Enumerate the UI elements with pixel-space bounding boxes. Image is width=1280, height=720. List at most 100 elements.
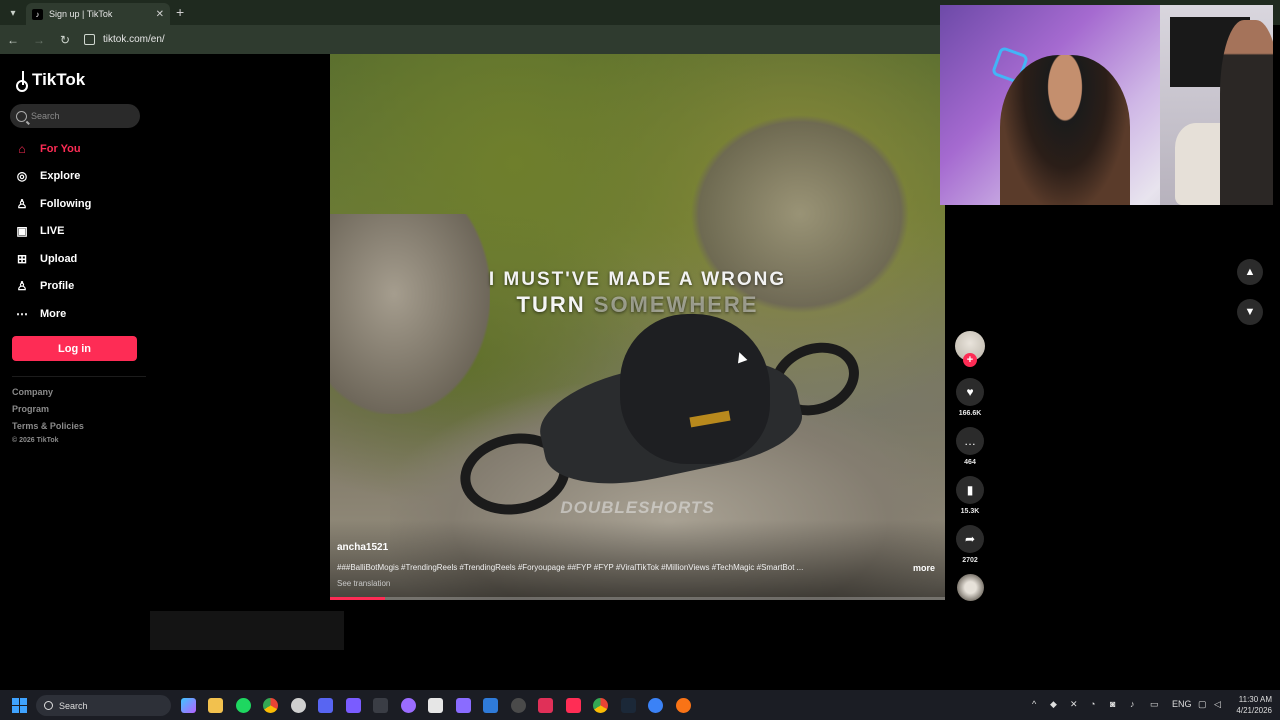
forward-icon[interactable]: →	[32, 33, 46, 47]
chevron-up-icon: ▲	[1244, 266, 1256, 278]
webcam-overlay	[940, 5, 1273, 205]
sidebar: TikTok ⌂ For You ◎ Explore ♙ Following ▣…	[0, 54, 150, 690]
empty-popup	[150, 611, 344, 650]
network-icon[interactable]: ▢	[1198, 699, 1207, 710]
nav-live-label: LIVE	[40, 225, 65, 237]
avatar[interactable]: +	[955, 331, 985, 367]
browser-tab[interactable]: ♪ Sign up | TikTok ✕	[26, 3, 170, 25]
tiktok-logo-icon	[14, 71, 28, 92]
nav-more[interactable]: ⋯ More	[14, 305, 66, 323]
music-disc-icon[interactable]	[957, 574, 984, 601]
nav-explore[interactable]: ◎ Explore	[14, 167, 81, 185]
save-count: 15.3K	[960, 508, 980, 515]
tiktok-logo[interactable]: TikTok	[14, 70, 86, 92]
nav-profile[interactable]: ♙ Profile	[14, 277, 75, 295]
overlay-word-somewhere: SOMEWHERE	[593, 292, 759, 317]
chevron-up-icon[interactable]: ^	[1032, 699, 1036, 709]
tray-app-icon-4[interactable]: ◙	[1110, 699, 1115, 709]
share-action[interactable]: ➦ 2702	[955, 525, 985, 564]
video-progress-fill	[330, 597, 386, 600]
nav-following-label: Following	[40, 198, 92, 210]
search-icon	[16, 110, 27, 122]
like-action[interactable]: ♥ 166.6K	[955, 378, 985, 417]
chrome-active-icon[interactable]	[593, 698, 608, 713]
caption-more-link[interactable]: more	[913, 563, 935, 573]
language-indicator[interactable]: ENG	[1172, 699, 1192, 709]
tab-search-icon[interactable]: ▾	[4, 4, 22, 22]
media-app-icon[interactable]	[538, 698, 553, 713]
chevron-down-icon: ▼	[1244, 306, 1256, 318]
notepad-icon[interactable]	[428, 698, 443, 713]
keyboard-icon[interactable]: ▭	[1150, 699, 1159, 710]
nav-live[interactable]: ▣ LIVE	[14, 222, 64, 240]
chrome-icon[interactable]	[263, 698, 278, 713]
settings-icon[interactable]	[291, 698, 306, 713]
copilot-icon[interactable]	[181, 698, 196, 713]
following-icon: ♙	[16, 197, 28, 211]
copyright: © 2026 TikTok	[12, 437, 59, 444]
file-explorer-icon[interactable]	[208, 698, 223, 713]
footer-link-company[interactable]: Company	[12, 387, 53, 397]
heart-icon[interactable]: ♥	[956, 378, 984, 406]
back-icon[interactable]: ←	[6, 33, 20, 47]
system-clock[interactable]: 11:30 AM 4/21/2026	[1230, 694, 1272, 716]
footer-link-program[interactable]: Program	[12, 404, 49, 414]
nav-for-you[interactable]: ⌂ For You	[14, 140, 80, 158]
microphone-icon[interactable]: ♪	[1130, 699, 1135, 709]
app-icon-3[interactable]	[676, 698, 691, 713]
see-translation-link[interactable]: See translation	[337, 579, 390, 588]
reload-icon[interactable]: ↻	[58, 33, 72, 47]
previous-video-button[interactable]: ▲	[1237, 259, 1263, 285]
video-watermark: DOUBLESHORTS	[560, 498, 715, 517]
adobe-icon[interactable]	[566, 698, 581, 713]
4k-downloader-icon[interactable]	[511, 698, 526, 713]
tray-app-icon-3[interactable]: ◔	[1090, 699, 1095, 709]
nav-following[interactable]: ♙ Following	[14, 195, 92, 213]
nav-more-label: More	[40, 308, 67, 320]
search-input[interactable]	[31, 111, 131, 121]
video-player[interactable]: I MUST'VE MADE A WRONG TURN SOMEWHERE DO…	[330, 54, 945, 600]
nav-upload[interactable]: ⊞ Upload	[14, 250, 77, 268]
comment-action[interactable]: … 464	[955, 427, 985, 466]
logo-text: TikTok	[32, 70, 86, 89]
comment-icon[interactable]: …	[956, 427, 984, 455]
save-action[interactable]: ▮ 15.3K	[955, 476, 985, 515]
volume-icon[interactable]: ◁	[1214, 699, 1221, 710]
follow-plus-icon[interactable]: +	[963, 353, 977, 367]
app-grid-icon[interactable]	[346, 698, 361, 713]
app-icon[interactable]	[401, 698, 416, 713]
terminal-icon[interactable]	[373, 698, 388, 713]
gamepad-icon[interactable]	[456, 698, 471, 713]
clock-date: 4/21/2026	[1236, 706, 1272, 715]
tray-app-icon[interactable]: ◆	[1050, 699, 1057, 710]
close-tab-icon[interactable]: ✕	[156, 9, 164, 20]
share-count: 2702	[962, 557, 978, 564]
new-tab-icon[interactable]: +	[176, 4, 184, 20]
windows-taskbar: Search ^ ◆ ✕ ◔ ◙ ♪ ▭ ENG ▢ ◁ 11:30 AM 4/…	[0, 690, 1280, 720]
spotify-icon[interactable]	[236, 698, 251, 713]
tray-app-icon-2[interactable]: ✕	[1070, 699, 1078, 710]
tab-title: Sign up | TikTok	[49, 9, 113, 19]
overlay-word-turn: TURN	[516, 292, 586, 317]
share-icon[interactable]: ➦	[956, 525, 984, 553]
url-text[interactable]: tiktok.com/en/	[103, 34, 165, 45]
steam-icon[interactable]	[621, 698, 636, 713]
creator-avatar[interactable]: +	[955, 331, 985, 367]
windows-start-icon[interactable]	[12, 698, 27, 713]
next-video-button[interactable]: ▼	[1237, 299, 1263, 325]
bookmark-icon[interactable]: ▮	[956, 476, 984, 504]
footer-link-terms[interactable]: Terms & Policies	[12, 421, 84, 431]
discord-icon[interactable]	[318, 698, 333, 713]
search-box[interactable]	[10, 104, 140, 128]
video-progress-bar[interactable]	[330, 597, 945, 600]
screen: ▾ ♪ Sign up | TikTok ✕ + ← → ↻ tiktok.co…	[0, 0, 1280, 720]
store-icon[interactable]	[483, 698, 498, 713]
url-field[interactable]: tiktok.com/en/	[84, 34, 165, 45]
taskbar-search[interactable]: Search	[36, 695, 171, 716]
site-info-icon[interactable]	[84, 34, 95, 45]
log-in-button[interactable]: Log in	[12, 336, 137, 361]
nav-profile-label: Profile	[40, 280, 75, 292]
video-author[interactable]: ancha1521	[337, 542, 388, 553]
home-icon: ⌂	[18, 142, 26, 156]
app-icon-2[interactable]	[648, 698, 663, 713]
